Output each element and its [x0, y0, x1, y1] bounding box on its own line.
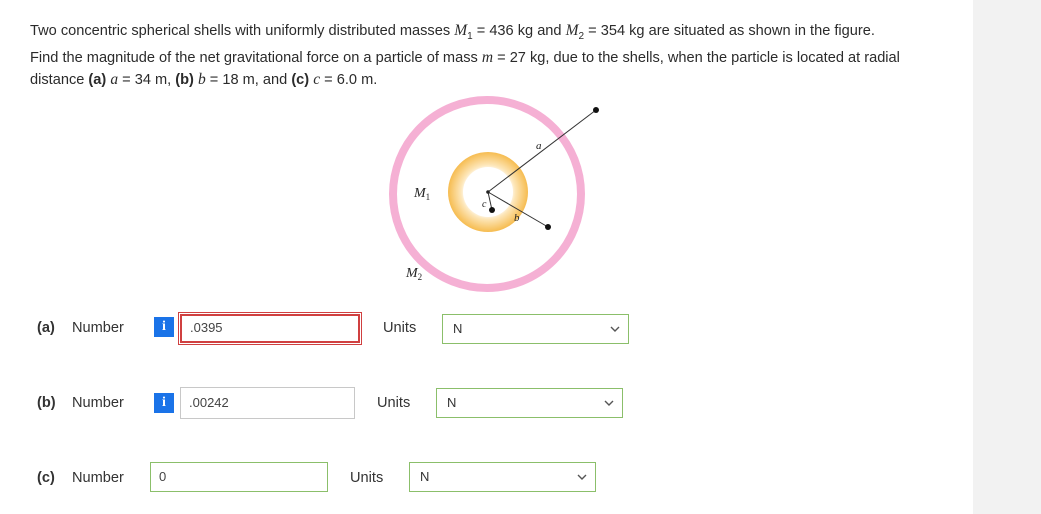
units-label-c: Units — [350, 470, 384, 486]
chevron-down-icon — [610, 326, 620, 332]
part-c-label: (c) — [37, 470, 55, 486]
page-side-strip — [973, 0, 1041, 514]
number-label-b: Number — [72, 395, 124, 411]
info-icon-a[interactable]: i — [154, 317, 174, 337]
units-label-b: Units — [377, 395, 411, 411]
units-select-a[interactable]: N — [442, 314, 629, 344]
label-b: b — [514, 212, 520, 224]
units-label-a: Units — [383, 320, 417, 336]
units-select-c[interactable]: N — [409, 462, 596, 492]
answer-input-a[interactable]: .0395 — [178, 312, 362, 345]
number-label-a: Number — [72, 320, 124, 336]
label-c: c — [482, 199, 487, 210]
label-m2: M2 — [405, 266, 422, 282]
chevron-down-icon — [577, 474, 587, 480]
answer-input-b[interactable]: .00242 — [180, 387, 355, 419]
label-a: a — [536, 140, 542, 152]
info-icon-b[interactable]: i — [154, 393, 174, 413]
part-a-label: (a) — [37, 320, 55, 336]
shells-diagram: a b c M1 M2 — [389, 96, 599, 292]
point-a — [593, 107, 599, 113]
center-point — [486, 190, 490, 194]
units-select-b[interactable]: N — [436, 388, 623, 418]
concentric-shells-figure: a b c M1 M2 — [380, 90, 620, 300]
number-label-c: Number — [72, 470, 124, 486]
answer-input-c[interactable]: 0 — [150, 462, 328, 492]
problem-statement: Two concentric spherical shells with uni… — [30, 22, 900, 88]
chevron-down-icon — [604, 400, 614, 406]
point-b — [545, 224, 551, 230]
part-b-label: (b) — [37, 395, 56, 411]
label-m1: M1 — [413, 186, 430, 202]
point-c — [489, 207, 495, 213]
